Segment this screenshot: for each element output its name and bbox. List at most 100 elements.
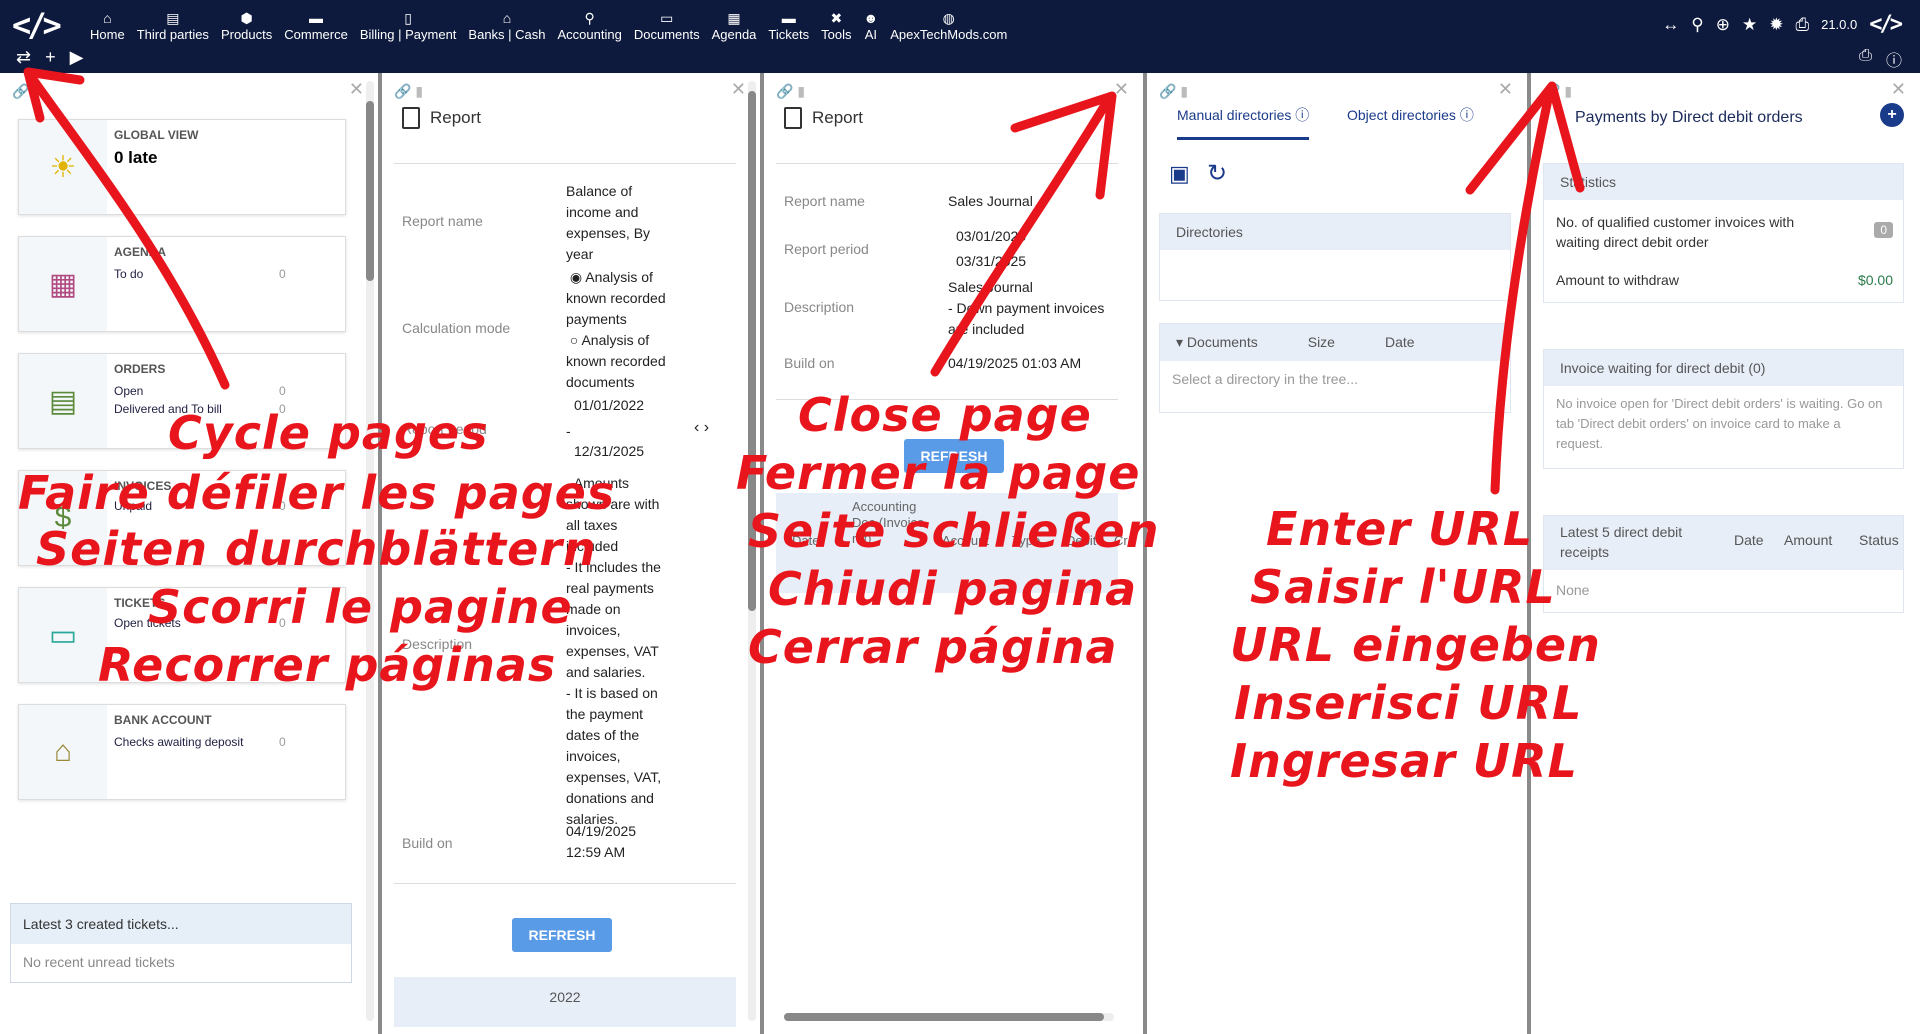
play-icon[interactable]: ▶ xyxy=(70,47,84,68)
tab-manual-directories[interactable]: Manual directories ⓘ xyxy=(1177,105,1310,140)
code-icon[interactable]: </> xyxy=(1869,12,1903,37)
tab-object-directories[interactable]: Object directories ⓘ xyxy=(1347,105,1474,125)
menu-icon: ▤ xyxy=(166,10,180,26)
annotation-cycle-fr: Faire défiler les pages xyxy=(18,466,616,520)
report-description: Sales Journal - Down payment invoices are … xyxy=(948,279,1105,337)
start-date-field[interactable]: 01/01/2022 xyxy=(574,395,644,416)
end-date-field[interactable]: 03/31/2025 xyxy=(956,251,1026,272)
description-line: invoices, xyxy=(566,622,621,638)
menu-label: Tools xyxy=(821,27,852,42)
add-page-icon[interactable]: + xyxy=(45,47,56,68)
bank-account-card[interactable]: ⌂ BANK ACCOUNT Checks awaiting deposit 0 xyxy=(18,704,346,800)
menu-label: Banks | Cash xyxy=(468,27,546,42)
start-date-field[interactable]: 03/01/2025 xyxy=(956,226,1026,247)
menu-label: Billing | Payment xyxy=(359,27,457,42)
annotation-url-de: URL eingeben xyxy=(1230,618,1601,672)
latest-tickets-empty: No recent unread tickets xyxy=(23,954,175,970)
menu-item-home[interactable]: ⌂ Home xyxy=(84,9,131,42)
print-icon[interactable]: ⎙ xyxy=(1859,47,1872,71)
add-icon[interactable]: + xyxy=(1880,103,1904,127)
panel-link-icon[interactable]: 🔗 ▮ xyxy=(1543,83,1572,100)
search-icon[interactable]: ⚲ xyxy=(1691,15,1703,35)
menu-item-tickets[interactable]: ▬ Tickets xyxy=(762,9,815,42)
document-icon xyxy=(784,107,802,129)
annotation-close-es: Cerrar página xyxy=(748,620,1118,674)
bug-icon[interactable]: ✹ xyxy=(1769,15,1783,35)
annotation-cycle-en: Cycle pages xyxy=(168,406,489,460)
menu-icon: ▬ xyxy=(781,10,796,26)
menu-item-billing-payment[interactable]: ▯ Billing | Payment xyxy=(354,9,463,42)
report-name-value: Balance of income and expenses, By year xyxy=(566,183,651,262)
menu-item-agenda[interactable]: ▦ Agenda xyxy=(706,9,763,42)
close-panel-icon[interactable]: ✕ xyxy=(1114,79,1129,100)
info-icon[interactable]: ⓘ xyxy=(1886,47,1902,71)
menu-icon: ▭ xyxy=(660,10,674,26)
close-panel-icon[interactable]: ✕ xyxy=(731,79,746,100)
document-icon xyxy=(402,107,420,129)
description-line: and salaries. xyxy=(566,664,646,680)
menu-item-commerce[interactable]: ▬ Commerce xyxy=(278,9,354,42)
panel-link-icon[interactable]: 🔗 ▮ xyxy=(776,83,805,100)
year-column-header: 2022 xyxy=(394,977,736,1027)
bank-icon: ⌂ xyxy=(19,705,107,799)
page-title: Payments by Direct debit orders xyxy=(1575,109,1803,126)
annotation-close-de: Seite schließen xyxy=(748,504,1160,558)
menu-item-apextechmods-com[interactable]: ◍ ApexTechMods.com xyxy=(884,9,1013,42)
latest-tickets-box: Latest 3 created tickets... No recent un… xyxy=(10,903,352,983)
menu-item-products[interactable]: ⬢ Products xyxy=(215,9,278,42)
panel-link-icon[interactable]: 🔗 ▮ xyxy=(1159,83,1188,100)
close-panel-icon[interactable]: ✕ xyxy=(1891,79,1906,100)
radio-documents[interactable]: ○ Analysis of xyxy=(566,330,666,351)
description-line: donations and xyxy=(566,790,654,806)
add-icon[interactable]: ⊕ xyxy=(1716,15,1730,35)
refresh-button[interactable]: REFRESH xyxy=(512,918,612,952)
refresh-icon[interactable]: ↻ xyxy=(1207,159,1227,188)
menu-label: Tickets xyxy=(768,27,810,42)
menu-item-tools[interactable]: ✖ Tools xyxy=(815,9,857,42)
statistics-box: Statistics No. of qualified customer inv… xyxy=(1543,163,1904,303)
report-header: Report xyxy=(784,107,863,129)
radio-payments[interactable]: ◉ Analysis of xyxy=(566,267,666,288)
chevrons-icon[interactable]: ‹ › xyxy=(694,417,709,438)
calc-mode-options: ◉ Analysis of known recorded payments ○ An… xyxy=(566,267,666,390)
close-panel-icon[interactable]: ✕ xyxy=(349,79,364,100)
annotation-close-fr: Fermer la page xyxy=(736,446,1141,500)
global-view-card[interactable]: ☀ GLOBAL VIEW 0 late xyxy=(18,119,346,215)
directories-box: Directories xyxy=(1159,213,1511,301)
calendar-icon: ▦ xyxy=(19,237,107,331)
panel-link-icon[interactable]: 🔗 xyxy=(12,83,29,100)
menu-item-banks-cash[interactable]: ⌂ Banks | Cash xyxy=(462,9,551,42)
top-navbar: </> ⌂ Home ▤ Third parties ⬢ Products ▬ Commerc… xyxy=(0,0,1920,73)
menu-icon: ☻ xyxy=(863,10,879,26)
annotation-cycle-es: Recorrer páginas xyxy=(98,638,557,692)
description-line: made on xyxy=(566,601,621,617)
app-logo[interactable]: </> xyxy=(12,6,62,44)
resize-icon[interactable]: ↔ xyxy=(1662,15,1679,35)
documents-box: ▾ Documents Size Date Select a directory i… xyxy=(1159,323,1511,413)
menu-label: Commerce xyxy=(284,27,348,42)
annotation-cycle-de: Seiten durchblättern xyxy=(36,522,597,576)
panel-link-icon[interactable]: 🔗 ▮ xyxy=(394,83,423,100)
horizontal-scrollbar[interactable] xyxy=(784,1013,1114,1021)
menu-item-documents[interactable]: ▭ Documents xyxy=(628,9,706,42)
menu-icon: ✖ xyxy=(830,10,843,26)
cycle-pages-icon[interactable]: ⇄ xyxy=(16,47,31,68)
right-toolbar: ↔ ⚲ ⊕ ★ ✹ ⎙ 21.0.0 </> xyxy=(1662,12,1903,37)
build-date: 04/19/2025 01:03 AM xyxy=(948,355,1082,371)
report-name-value: Sales Journal xyxy=(948,193,1033,209)
new-folder-icon[interactable]: ▣ xyxy=(1169,161,1190,187)
menu-item-ai[interactable]: ☻ AI xyxy=(857,9,884,42)
menu-item-accounting[interactable]: ⚲ Accounting xyxy=(552,9,628,42)
menu-icon: ⬢ xyxy=(240,10,253,26)
agenda-card[interactable]: ▦ AGENDA To do 0 xyxy=(18,236,346,332)
annotation-close-en: Close page xyxy=(798,388,1092,442)
end-date-field[interactable]: 12/31/2025 xyxy=(574,441,644,462)
star-icon[interactable]: ★ xyxy=(1742,15,1757,35)
printer-icon[interactable]: ⎙ xyxy=(1795,15,1809,35)
menu-icon: ⌂ xyxy=(103,10,112,26)
close-panel-icon[interactable]: ✕ xyxy=(1498,79,1513,100)
menu-label: Products xyxy=(220,27,273,42)
annotation-url-en: Enter URL xyxy=(1266,502,1534,556)
documents-toggle[interactable]: ▾ Documents xyxy=(1176,334,1258,351)
menu-item-third-parties[interactable]: ▤ Third parties xyxy=(131,9,215,42)
